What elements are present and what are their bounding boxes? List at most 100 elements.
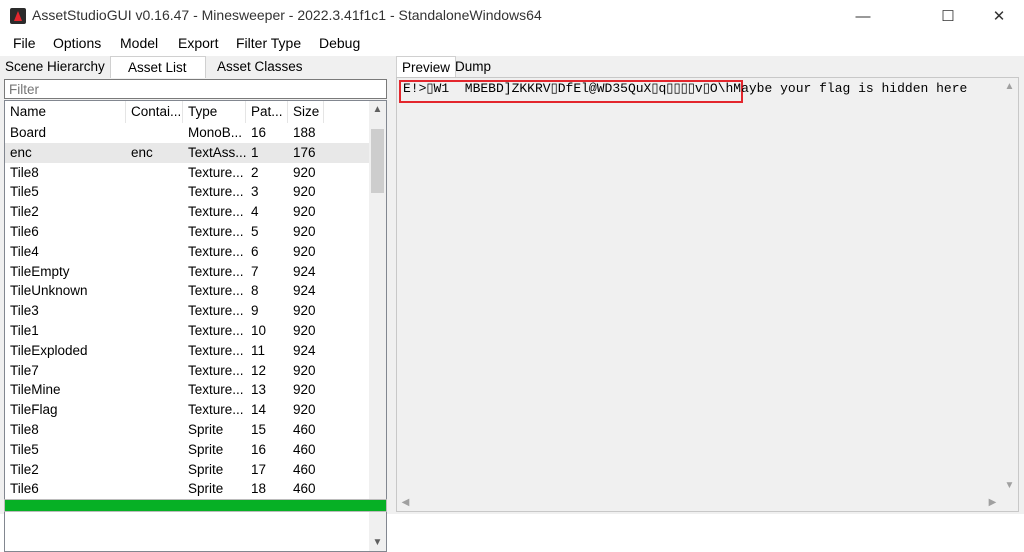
- menu-model[interactable]: Model: [120, 35, 158, 51]
- cell-size: 920: [293, 362, 316, 378]
- scroll-down-icon[interactable]: ▼: [369, 534, 386, 551]
- cell-path-id: 3: [251, 184, 259, 200]
- tab-dump[interactable]: Dump: [450, 56, 496, 78]
- scroll-down-icon[interactable]: ▼: [1001, 477, 1018, 494]
- menu-options[interactable]: Options: [53, 35, 101, 51]
- table-row[interactable]: Tile5 Texture... 3 920: [5, 182, 370, 202]
- cell-name: Board: [10, 125, 47, 140]
- list-vertical-scrollbar[interactable]: ▲ ▼: [369, 101, 386, 551]
- cell-type: Texture...: [188, 342, 244, 358]
- table-row[interactable]: Tile8 Sprite 15 460: [5, 420, 370, 440]
- scroll-up-icon[interactable]: ▲: [1001, 78, 1018, 95]
- cell-size: 460: [293, 481, 316, 497]
- cell-type: Sprite: [188, 421, 224, 437]
- preview-vertical-scrollbar[interactable]: ▲ ▼: [1001, 78, 1018, 494]
- column-header-size[interactable]: Size: [288, 101, 324, 123]
- table-row[interactable]: TileFlag Texture... 14 920: [5, 400, 370, 420]
- preview-content: E!>▯W1 MBEBD]ZKKRV▯DfEl@WD35QuX▯q▯▯▯▯v▯O…: [403, 81, 967, 96]
- cell-size: 920: [293, 184, 316, 200]
- cell-size: 920: [293, 164, 316, 180]
- cell-container: enc: [131, 144, 153, 160]
- cell-path-id: 4: [251, 204, 259, 220]
- cell-type: Sprite: [188, 441, 224, 457]
- table-row[interactable]: TileExploded Texture... 11 924: [5, 341, 370, 361]
- column-header-type[interactable]: Type: [183, 101, 246, 123]
- cell-container: [126, 262, 183, 282]
- menu-filter-type[interactable]: Filter Type: [236, 35, 301, 51]
- tab-scene-hierarchy[interactable]: Scene Hierarchy: [0, 56, 110, 78]
- scroll-right-icon[interactable]: ▶: [984, 494, 1001, 511]
- cell-path-id: 7: [251, 263, 259, 279]
- table-row[interactable]: Tile5 Sprite 16 460: [5, 440, 370, 460]
- cell-path-id: 16: [251, 441, 267, 457]
- cell-container: [126, 380, 183, 400]
- cell-container: [126, 440, 183, 460]
- scrollbar-thumb[interactable]: [371, 129, 384, 193]
- table-row[interactable]: Tile1 Texture... 10 920: [5, 321, 370, 341]
- menu-debug[interactable]: Debug: [319, 35, 360, 51]
- cell-size: 920: [293, 382, 316, 398]
- list-header: Name Contai... Type Pat... Size: [5, 101, 370, 123]
- cell-type: Texture...: [188, 362, 244, 378]
- table-row[interactable]: Tile2 Sprite 17 460: [5, 460, 370, 480]
- scroll-left-icon[interactable]: ◀: [397, 494, 414, 511]
- cell-path-id: 6: [251, 243, 259, 259]
- maximize-button[interactable]: ☐: [925, 0, 971, 32]
- asset-list[interactable]: Name Contai... Type Pat... Size Board Mon…: [4, 100, 387, 552]
- cell-container: [126, 400, 183, 420]
- table-row[interactable]: Tile6 Sprite 18 460: [5, 479, 370, 499]
- column-header-path-id[interactable]: Pat...: [246, 101, 288, 123]
- preview-horizontal-scrollbar[interactable]: ◀ ▶: [397, 494, 1001, 511]
- cell-size: 920: [293, 322, 316, 338]
- cell-name: TileExploded: [10, 342, 88, 358]
- table-row[interactable]: Tile4 Texture... 6 920: [5, 242, 370, 262]
- table-row[interactable]: Tile2 Texture... 4 920: [5, 202, 370, 222]
- table-row[interactable]: TileMine Texture... 13 920: [5, 380, 370, 400]
- cell-name: TileFlag: [10, 402, 58, 418]
- cell-path-id: 17: [251, 461, 267, 477]
- table-row[interactable]: Board MonoB... 16 188: [5, 123, 370, 143]
- table-row[interactable]: Tile7 Texture... 12 920: [5, 361, 370, 381]
- cell-name: Tile8: [10, 164, 39, 180]
- cell-path-id: 11: [251, 342, 266, 358]
- menu-export[interactable]: Export: [178, 35, 218, 51]
- table-row[interactable]: Tile3 Texture... 9 920: [5, 301, 370, 321]
- tab-asset-list[interactable]: Asset List: [110, 56, 206, 78]
- cell-type: Texture...: [188, 263, 244, 279]
- table-row[interactable]: Tile8 Texture... 2 920: [5, 163, 370, 183]
- app-logo-icon: [10, 8, 26, 24]
- filter-input[interactable]: [5, 80, 386, 98]
- table-row[interactable]: TileEmpty Texture... 7 924: [5, 262, 370, 282]
- cell-type: Sprite: [188, 461, 224, 477]
- cell-size: 460: [293, 421, 316, 437]
- cell-size: 920: [293, 303, 316, 319]
- table-row[interactable]: enc enc TextAss... 1 176: [5, 142, 370, 163]
- cell-size: 924: [293, 283, 316, 299]
- asset-list-panel: Scene Hierarchy Asset List Asset Classes…: [0, 56, 390, 552]
- cell-container: [126, 341, 183, 361]
- table-row[interactable]: Tile6 Texture... 5 920: [5, 222, 370, 242]
- preview-text-area[interactable]: E!>▯W1 MBEBD]ZKKRV▯DfEl@WD35QuX▯q▯▯▯▯v▯O…: [396, 77, 1019, 512]
- cell-path-id: 18: [251, 481, 267, 497]
- cell-path-id: 2: [251, 164, 259, 180]
- menu-file[interactable]: File: [13, 35, 36, 51]
- cell-path-id: 9: [251, 303, 259, 319]
- cell-name: Tile7: [10, 362, 39, 378]
- table-row[interactable]: TileUnknown Texture... 8 924: [5, 281, 370, 301]
- minimize-button[interactable]: —: [840, 0, 886, 32]
- cell-type: Texture...: [188, 283, 244, 299]
- column-header-container[interactable]: Contai...: [126, 101, 183, 123]
- cell-size: 924: [293, 263, 316, 279]
- tab-preview[interactable]: Preview: [396, 56, 457, 78]
- cell-size: 920: [293, 402, 316, 418]
- close-button[interactable]: ✕: [976, 0, 1022, 32]
- cell-name: Tile5: [10, 441, 39, 457]
- column-header-name[interactable]: Name: [5, 101, 126, 123]
- cell-size: 920: [293, 243, 316, 259]
- cell-path-id: 8: [251, 283, 259, 299]
- filter-input-box[interactable]: [4, 79, 387, 99]
- scroll-up-icon[interactable]: ▲: [369, 101, 386, 118]
- tab-asset-classes[interactable]: Asset Classes: [212, 56, 308, 78]
- cell-path-id: 13: [251, 382, 267, 398]
- cell-name: Tile6: [10, 481, 39, 497]
